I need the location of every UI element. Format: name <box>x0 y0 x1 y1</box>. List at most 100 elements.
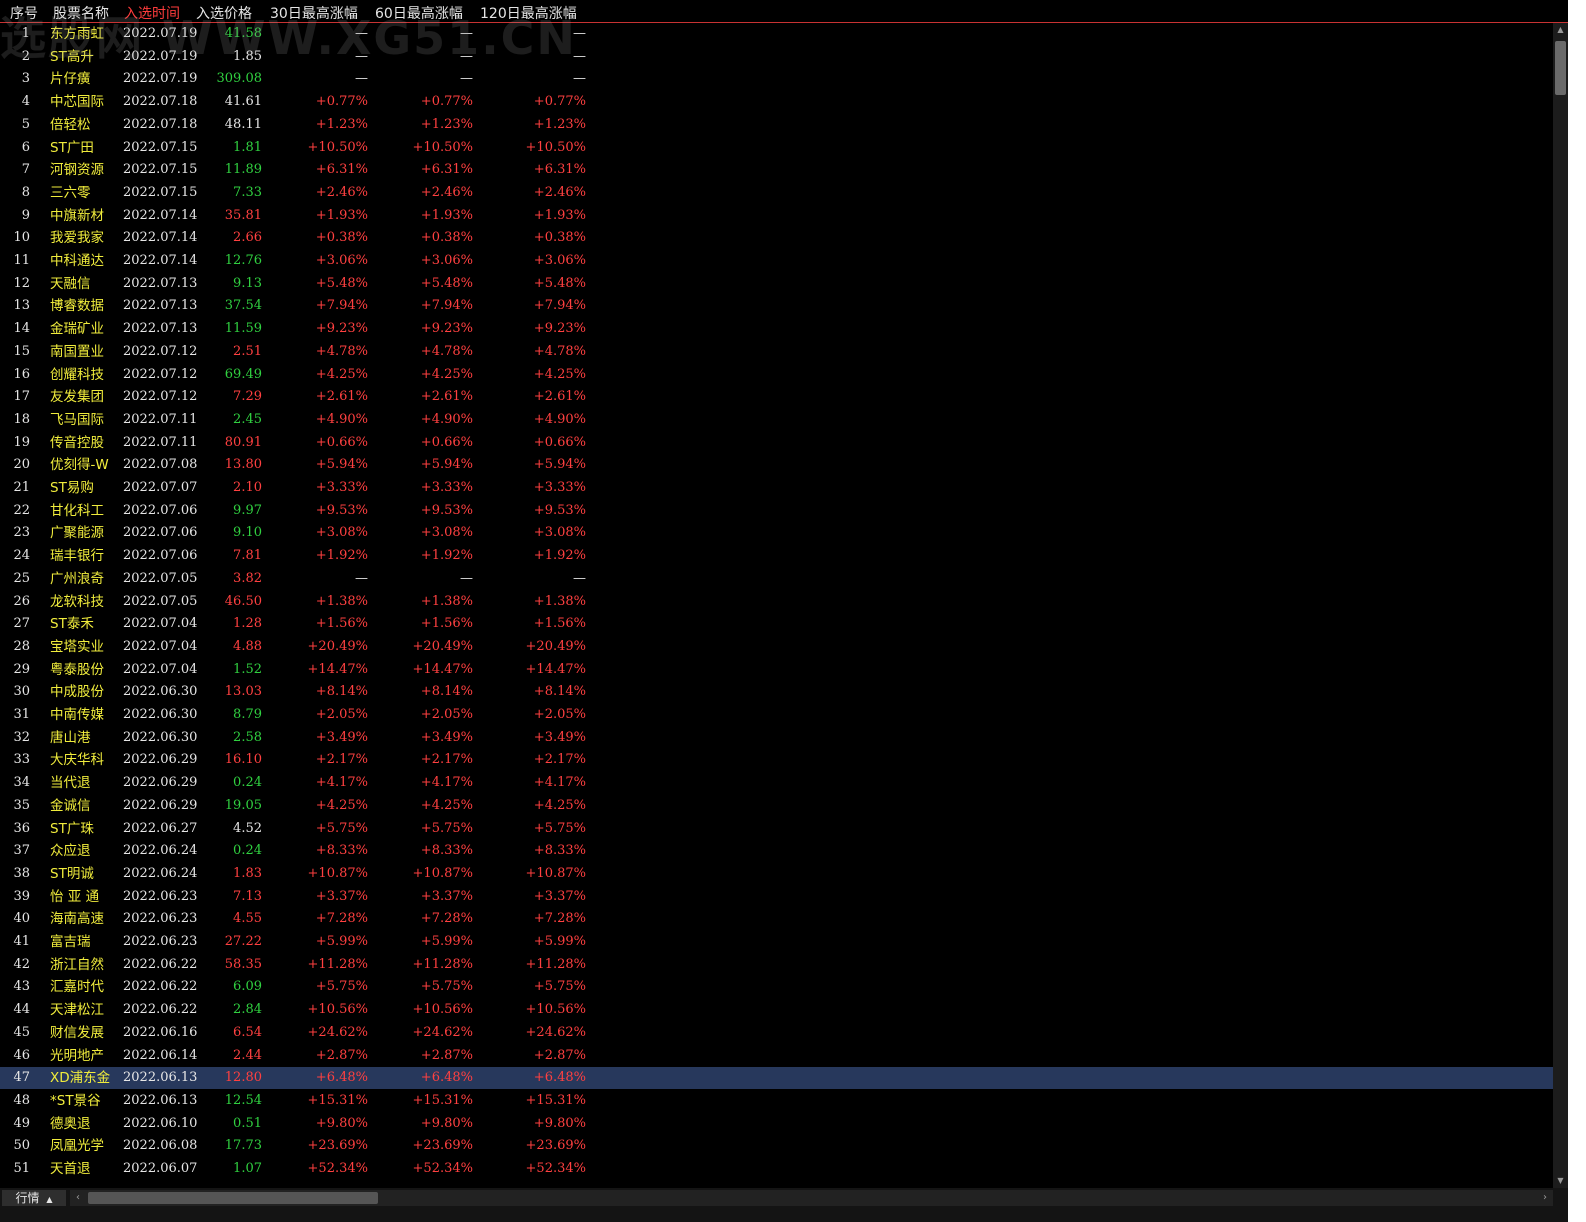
row-30d-max-gain: +3.06% <box>315 253 368 268</box>
vertical-scroll-thumb[interactable] <box>1555 41 1566 95</box>
table-row[interactable]: 11 中科通达 2022.07.14 12.76 +3.06% +3.06% +3.06% <box>0 250 1553 272</box>
row-stock-name: 唐山港 <box>50 729 91 746</box>
table-row[interactable]: 12 天融信 2022.07.13 9.13 +5.48% +5.48% +5.48% <box>0 273 1553 295</box>
table-row[interactable]: 43 汇嘉时代 2022.06.22 6.09 +5.75% +5.75% +5.75% <box>0 976 1553 998</box>
row-30d-max-gain: +3.49% <box>315 729 368 745</box>
row-30d-max-gain: +9.53% <box>315 502 368 518</box>
table-header: 序号 股票名称 入选时间 入选价格 30日最高涨幅 60日最高涨幅 120日最高… <box>0 0 1568 23</box>
scroll-right-arrow-icon[interactable]: › <box>1539 1190 1551 1206</box>
row-select-date: 2022.07.13 <box>123 321 198 337</box>
row-select-price: 13.03 <box>224 684 262 700</box>
table-row[interactable]: 13 博睿数据 2022.07.13 37.54 +7.94% +7.94% +7.94% <box>0 295 1553 317</box>
header-col-30d-max-gain[interactable]: 30日最高涨幅 <box>270 3 358 23</box>
row-index: 2 <box>21 48 30 64</box>
table-row[interactable]: 27 ST泰禾 2022.07.04 1.28 +1.56% +1.56% +1.56% <box>0 613 1553 635</box>
table-row[interactable]: 48 *ST景谷 2022.06.13 12.54 +15.31% +15.31% +15.… <box>0 1090 1553 1112</box>
header-col-120d-max-gain[interactable]: 120日最高涨幅 <box>480 3 577 23</box>
header-col-select-price[interactable]: 入选价格 <box>196 3 252 23</box>
row-30d-max-gain: +0.66% <box>315 434 368 450</box>
table-row[interactable]: 35 金诚信 2022.06.29 19.05 +4.25% +4.25% +4.25% <box>0 795 1553 817</box>
row-index: 35 <box>13 797 30 813</box>
table-row[interactable]: 22 甘化科工 2022.07.06 9.97 +9.53% +9.53% +9.53% <box>0 500 1553 522</box>
table-row[interactable]: 18 飞马国际 2022.07.11 2.45 +4.90% +4.90% +4.90% <box>0 409 1553 431</box>
row-select-price: 2.58 <box>233 729 262 745</box>
row-stock-name: 粤泰股份 <box>50 661 104 678</box>
table-row[interactable]: 47 XD浦东金 2022.06.13 12.80 +6.48% +6.48% +6.48% <box>0 1067 1553 1090</box>
table-row[interactable]: 34 当代退 2022.06.29 0.24 +4.17% +4.17% +4.17% <box>0 772 1553 794</box>
table-row[interactable]: 36 ST广珠 2022.06.27 4.52 +5.75% +5.75% +5.75% <box>0 818 1553 840</box>
scroll-up-arrow-icon[interactable]: ▲ <box>1553 23 1568 37</box>
row-60d-max-gain: +8.33% <box>420 843 473 859</box>
table-row[interactable]: 7 河钢资源 2022.07.15 11.89 +6.31% +6.31% +6.31% <box>0 159 1553 181</box>
table-row[interactable]: 2 ST高升 2022.07.19 1.85 — — — <box>0 46 1553 68</box>
table-row[interactable]: 25 广州浪奇 2022.07.05 3.82 — — — <box>0 568 1553 590</box>
table-row[interactable]: 5 倍轻松 2022.07.18 48.11 +1.23% +1.23% +1.23% <box>0 114 1553 136</box>
table-row[interactable]: 42 浙江自然 2022.06.22 58.35 +11.28% +11.28% +11.2… <box>0 954 1553 976</box>
table-row[interactable]: 19 传音控股 2022.07.11 80.91 +0.66% +0.66% +0.66% <box>0 432 1553 454</box>
row-stock-name: 龙软科技 <box>50 593 104 610</box>
table-row[interactable]: 3 片仔癀 2022.07.19 309.08 — — — <box>0 68 1553 90</box>
row-120d-max-gain: +23.69% <box>525 1138 586 1154</box>
row-60d-max-gain: +5.75% <box>420 979 473 995</box>
table-row[interactable]: 9 中旗新材 2022.07.14 35.81 +1.93% +1.93% +1.93% <box>0 205 1553 227</box>
tab-quote[interactable]: 行情 ▲ <box>2 1190 66 1206</box>
table-row[interactable]: 30 中成股份 2022.06.30 13.03 +8.14% +8.14% +8.14% <box>0 681 1553 703</box>
table-row[interactable]: 15 南国置业 2022.07.12 2.51 +4.78% +4.78% +4.78% <box>0 341 1553 363</box>
table-row[interactable]: 6 ST广田 2022.07.15 1.81 +10.50% +10.50% +10.50% <box>0 137 1553 159</box>
scroll-down-arrow-icon[interactable]: ▼ <box>1553 1174 1568 1188</box>
table-row[interactable]: 32 唐山港 2022.06.30 2.58 +3.49% +3.49% +3.49% <box>0 727 1553 749</box>
table-row[interactable]: 14 金瑞矿业 2022.07.13 11.59 +9.23% +9.23% +9.23% <box>0 318 1553 340</box>
header-col-index[interactable]: 序号 <box>10 3 38 23</box>
table-row[interactable]: 26 龙软科技 2022.07.05 46.50 +1.38% +1.38% +1.38% <box>0 591 1553 613</box>
table-row[interactable]: 1 东方雨虹 2022.07.19 41.58 — — — <box>0 23 1553 45</box>
horizontal-scrollbar[interactable]: ‹ › <box>70 1190 1553 1206</box>
row-60d-max-gain: +5.75% <box>420 820 473 836</box>
table-row[interactable]: 20 优刻得-W 2022.07.08 13.80 +5.94% +5.94% +5.94% <box>0 454 1553 476</box>
row-index: 36 <box>13 820 30 836</box>
table-row[interactable]: 29 粤泰股份 2022.07.04 1.52 +14.47% +14.47% +14.47… <box>0 659 1553 681</box>
row-stock-name: 当代退 <box>50 775 91 792</box>
table-row[interactable]: 39 怡 亚 通 2022.06.23 7.13 +3.37% +3.37% +3.37% <box>0 886 1553 908</box>
row-select-price: 1.28 <box>233 616 262 632</box>
header-col-name[interactable]: 股票名称 <box>53 3 109 23</box>
table-row[interactable]: 50 凤凰光学 2022.06.08 17.73 +23.69% +23.69% +23.6… <box>0 1135 1553 1157</box>
row-stock-name: 三六零 <box>50 184 91 201</box>
row-select-price: 58.35 <box>224 956 262 972</box>
row-60d-max-gain: +3.08% <box>420 525 473 541</box>
table-row[interactable]: 51 天首退 2022.06.07 1.07 +52.34% +52.34% +52.34% <box>0 1158 1553 1180</box>
vertical-scrollbar[interactable]: ▲ ▼ <box>1553 23 1568 1188</box>
table-row[interactable]: 38 ST明诚 2022.06.24 1.83 +10.87% +10.87% +10.87… <box>0 863 1553 885</box>
table-row[interactable]: 10 我爱我家 2022.07.14 2.66 +0.38% +0.38% +0.38% <box>0 227 1553 249</box>
table-row[interactable]: 37 众应退 2022.06.24 0.24 +8.33% +8.33% +8.33% <box>0 840 1553 862</box>
scroll-left-arrow-icon[interactable]: ‹ <box>72 1190 84 1206</box>
table-row[interactable]: 28 宝塔实业 2022.07.04 4.88 +20.49% +20.49% +20.49… <box>0 636 1553 658</box>
table-row[interactable]: 21 ST易购 2022.07.07 2.10 +3.33% +3.33% +3.33% <box>0 477 1553 499</box>
row-60d-max-gain: +23.69% <box>412 1138 473 1154</box>
table-row[interactable]: 49 德奥退 2022.06.10 0.51 +9.80% +9.80% +9.80% <box>0 1113 1553 1135</box>
row-select-date: 2022.06.13 <box>123 1092 198 1108</box>
table-row[interactable]: 8 三六零 2022.07.15 7.33 +2.46% +2.46% +2.46% <box>0 182 1553 204</box>
table-row[interactable]: 46 光明地产 2022.06.14 2.44 +2.87% +2.87% +2.87% <box>0 1045 1553 1067</box>
table-row[interactable]: 17 友发集团 2022.07.12 7.29 +2.61% +2.61% +2.61% <box>0 386 1553 408</box>
header-col-select-time[interactable]: 入选时间 <box>124 3 180 23</box>
row-select-price: 1.81 <box>233 139 262 155</box>
table-row[interactable]: 16 创耀科技 2022.07.12 69.49 +4.25% +4.25% +4.25% <box>0 364 1553 386</box>
table-row[interactable]: 33 大庆华科 2022.06.29 16.10 +2.17% +2.17% +2.17% <box>0 749 1553 771</box>
table-row[interactable]: 40 海南高速 2022.06.23 4.55 +7.28% +7.28% +7.28% <box>0 908 1553 930</box>
table-row[interactable]: 44 天津松江 2022.06.22 2.84 +10.56% +10.56% +10.56… <box>0 999 1553 1021</box>
row-select-price: 2.51 <box>233 343 262 359</box>
table-row[interactable]: 24 瑞丰银行 2022.07.06 7.81 +1.92% +1.92% +1.92% <box>0 545 1553 567</box>
table-row[interactable]: 41 富吉瑞 2022.06.23 27.22 +5.99% +5.99% +5.99% <box>0 931 1553 953</box>
table-row[interactable]: 31 中南传媒 2022.06.30 8.79 +2.05% +2.05% +2.05% <box>0 704 1553 726</box>
row-60d-max-gain: +3.06% <box>420 253 473 268</box>
table-row[interactable]: 45 财信发展 2022.06.16 6.54 +24.62% +24.62% +24.62… <box>0 1022 1553 1044</box>
row-index: 22 <box>13 502 30 518</box>
row-120d-max-gain: +2.46% <box>533 184 586 200</box>
horizontal-scroll-thumb[interactable] <box>88 1192 378 1204</box>
row-select-date: 2022.06.08 <box>123 1138 198 1154</box>
table-row[interactable]: 4 中芯国际 2022.07.18 41.61 +0.77% +0.77% +0.77% <box>0 91 1553 113</box>
header-col-60d-max-gain[interactable]: 60日最高涨幅 <box>375 3 463 23</box>
table-row[interactable]: 23 广聚能源 2022.07.06 9.10 +3.08% +3.08% +3.08% <box>0 522 1553 544</box>
row-select-date: 2022.06.29 <box>123 797 198 813</box>
table-body: 1 东方雨虹 2022.07.19 41.58 — — — 2 ST高升 2022.07.19 1.… <box>0 23 1568 1203</box>
